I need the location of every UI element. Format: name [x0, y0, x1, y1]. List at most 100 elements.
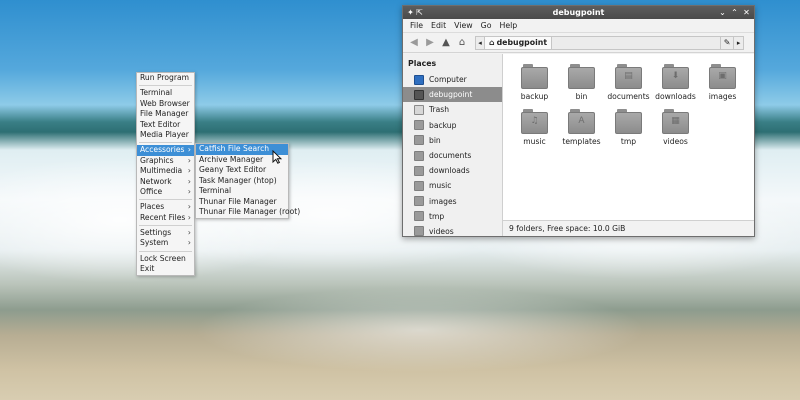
- sidebar-item-trash[interactable]: Trash: [403, 102, 502, 117]
- path-crumb-label: debugpoint: [496, 37, 548, 47]
- menu-file[interactable]: File: [407, 21, 426, 30]
- menu-item-graphics[interactable]: Graphics: [137, 156, 194, 167]
- folder-icon: [414, 165, 424, 176]
- folder-label: images: [708, 92, 737, 101]
- path-bar-fill: [552, 35, 721, 50]
- menu-item-media-player[interactable]: Media Player: [137, 130, 194, 140]
- menu-item-settings[interactable]: Settings: [137, 228, 194, 239]
- sidebar-item-backup[interactable]: backup: [403, 118, 502, 133]
- title-bar[interactable]: ✦ ⇱ debugpoint ⌄ ⌃ ✕: [403, 6, 754, 19]
- folder-item-bin[interactable]: bin: [558, 62, 605, 107]
- menu-item-web-browser[interactable]: Web Browser: [137, 99, 194, 109]
- home-small-icon: ⌂: [489, 37, 495, 47]
- folder-icon: [414, 196, 424, 207]
- menu-item-recent-files[interactable]: Recent Files: [137, 213, 194, 224]
- folder-item-templates[interactable]: Atemplates: [558, 107, 605, 152]
- folder-icon: ⬇: [662, 64, 689, 89]
- folder-label: tmp: [620, 137, 637, 146]
- menu-edit[interactable]: Edit: [428, 21, 449, 30]
- folder-item-music[interactable]: ♫ music: [511, 107, 558, 152]
- sidebar-item-debugpoint[interactable]: debugpoint: [403, 87, 502, 103]
- folder-label: videos: [663, 137, 688, 146]
- submenu-item-terminal[interactable]: Terminal: [196, 186, 288, 197]
- sidebar-item-label: images: [429, 196, 457, 206]
- up-arrow-icon[interactable]: ▲: [439, 36, 453, 50]
- folder-icon: [414, 226, 424, 237]
- folder-item-downloads[interactable]: ⬇ downloads: [652, 62, 699, 107]
- folder-item-tmp[interactable]: tmp: [605, 107, 652, 152]
- folder-label: downloads: [655, 92, 696, 101]
- menu-item-multimedia[interactable]: Multimedia: [137, 166, 194, 177]
- folder-item-videos[interactable]: ▦ videos: [652, 107, 699, 152]
- sidebar-item-bin[interactable]: bin: [403, 133, 502, 148]
- menu-item-network[interactable]: Network: [137, 177, 194, 188]
- folder-icon: [414, 180, 424, 191]
- menu-go[interactable]: Go: [478, 21, 495, 30]
- sidebar-item-downloads[interactable]: downloads: [403, 163, 502, 178]
- maximize-icon[interactable]: ⌃: [730, 6, 739, 19]
- menu-item-terminal[interactable]: Terminal: [137, 88, 194, 98]
- sidebar-item-label: videos: [429, 226, 454, 236]
- folder-emblem-icon: ▤: [624, 71, 633, 81]
- sidebar-item-music[interactable]: music: [403, 178, 502, 193]
- file-manager-window: ✦ ⇱ debugpoint ⌄ ⌃ ✕ File Edit View Go He…: [402, 5, 755, 237]
- sidebar-item-documents[interactable]: documents: [403, 148, 502, 163]
- sidebar-item-videos[interactable]: videos: [403, 224, 502, 239]
- close-icon[interactable]: ✕: [742, 6, 751, 19]
- menu-item-system[interactable]: System: [137, 238, 194, 249]
- folder-item-images[interactable]: ▣ images: [699, 62, 746, 107]
- folder-icon: ▣: [709, 64, 736, 89]
- sidebar-item-label: documents: [429, 151, 472, 161]
- menu-item-places[interactable]: Places: [137, 202, 194, 213]
- folder-emblem-icon: ♫: [530, 116, 539, 126]
- back-arrow-icon[interactable]: ◀: [407, 36, 421, 50]
- path-scroll-left-icon[interactable]: ◂: [475, 35, 485, 50]
- submenu-item-geany-text-editor[interactable]: Geany Text Editor: [196, 165, 288, 176]
- folder-emblem-icon: ▣: [718, 71, 727, 81]
- sidebar-header: Places: [408, 59, 437, 68]
- folder-icon: [414, 211, 424, 222]
- menu-item-lock-screen[interactable]: Lock Screen: [137, 254, 194, 264]
- toolbar: ◀ ▶ ▲ ⌂ ◂ ⌂ debugpoint ✎ ▸: [403, 33, 754, 53]
- menu-item-run-program[interactable]: Run Program: [137, 73, 194, 83]
- submenu-item-task-manager-htop[interactable]: Task Manager (htop): [196, 176, 288, 187]
- menu-item-office[interactable]: Office: [137, 187, 194, 198]
- menu-item-text-editor[interactable]: Text Editor: [137, 120, 194, 130]
- path-scroll-right-icon[interactable]: ▸: [734, 35, 745, 50]
- sidebar-item-label: Trash: [429, 105, 450, 115]
- sidebar-item-computer[interactable]: Computer: [403, 72, 502, 87]
- folder-item-documents[interactable]: ▤ documents: [605, 62, 652, 107]
- menu-item-accessories[interactable]: Accessories: [137, 145, 194, 156]
- sidebar-item-label: debugpoint: [429, 90, 473, 100]
- path-crumb-home[interactable]: ⌂ debugpoint: [485, 35, 553, 50]
- folder-emblem-icon: A: [578, 116, 585, 126]
- window-content: Places Computer debugpoint Trash backup bin d…: [403, 54, 754, 239]
- folder-item-backup[interactable]: backup: [511, 62, 558, 107]
- sidebar-item-images[interactable]: images: [403, 194, 502, 209]
- trash-icon: [414, 104, 424, 115]
- folder-icon: [414, 135, 424, 146]
- menu-item-exit[interactable]: Exit: [137, 264, 194, 274]
- forward-arrow-icon[interactable]: ▶: [423, 36, 437, 50]
- submenu-item-thunar-file-manager-root[interactable]: Thunar File Manager (root): [196, 207, 300, 218]
- home-icon[interactable]: ⌂: [455, 36, 469, 50]
- menu-item-file-manager[interactable]: File Manager: [137, 109, 194, 119]
- folder-icon: [615, 109, 642, 134]
- menu-help[interactable]: Help: [496, 21, 520, 30]
- folder-icon: A: [568, 109, 595, 134]
- window-controls-right: ⌄ ⌃ ✕: [718, 6, 751, 19]
- submenu-item-thunar-file-manager[interactable]: Thunar File Manager: [196, 197, 288, 208]
- sidebar-item-tmp[interactable]: tmp: [403, 209, 502, 224]
- places-sidebar: Places Computer debugpoint Trash backup bin d…: [403, 54, 503, 239]
- menu-view[interactable]: View: [451, 21, 476, 30]
- folder-label: backup: [520, 92, 549, 101]
- edit-path-icon[interactable]: ✎: [720, 35, 735, 50]
- status-bar: 9 folders, Free space: 10.0 GiB: [503, 220, 754, 236]
- window-title: debugpoint: [552, 8, 605, 17]
- folder-icon: [414, 150, 424, 161]
- folder-icon: [521, 64, 548, 89]
- sidebar-item-label: music: [429, 181, 452, 191]
- sidebar-item-label: downloads: [429, 166, 470, 176]
- folder-label: templates: [562, 137, 601, 146]
- minimize-icon[interactable]: ⌄: [718, 6, 727, 19]
